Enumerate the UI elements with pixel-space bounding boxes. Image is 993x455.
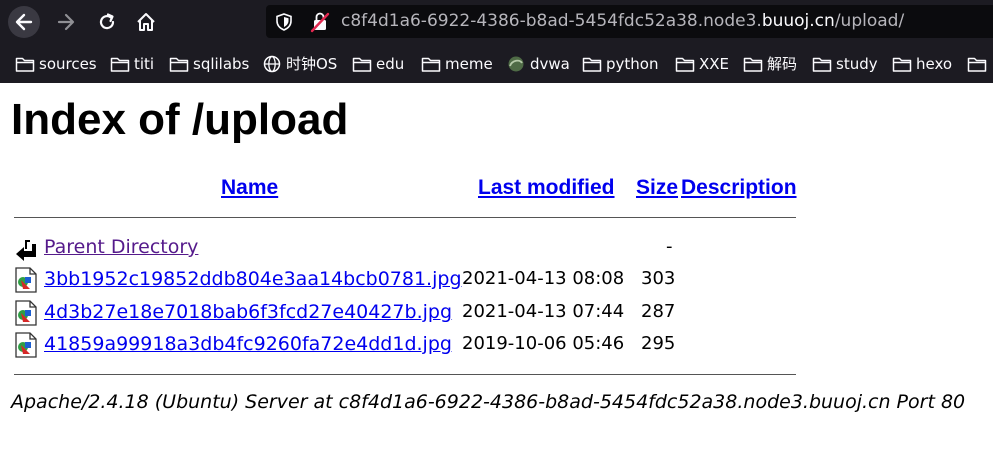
column-header-name[interactable]: Name	[221, 176, 278, 200]
bookmark-label: sources	[39, 55, 97, 73]
folder-icon	[892, 57, 912, 72]
bookmark-label: 解码	[767, 55, 798, 73]
file-link[interactable]: 3bb1952c19852ddb804e3aa14bcb0781.jpg	[44, 268, 462, 290]
bookmark-label: edu	[376, 55, 405, 73]
folder-icon	[812, 57, 832, 72]
page-title: Index of /upload	[11, 95, 349, 144]
reload-button[interactable]	[91, 6, 123, 38]
file-size: 303	[641, 268, 676, 289]
column-header-description[interactable]: Description	[681, 176, 797, 200]
back-button[interactable]	[8, 6, 40, 38]
file-modified: 2021-04-13 07:44	[462, 301, 625, 322]
url-domain: buuoj.cn	[761, 11, 835, 31]
arrow-left-icon	[15, 13, 33, 31]
bookmarks-toolbar: sources titi sqlilabs 时钟OS edu meme dvwa…	[0, 43, 993, 83]
insecure-connection-icon[interactable]	[310, 11, 330, 33]
folder-icon	[743, 57, 763, 72]
column-header-size[interactable]: Size	[636, 176, 678, 200]
folder-icon	[582, 57, 602, 72]
home-icon	[137, 13, 155, 31]
column-header-last-modified[interactable]: Last modified	[478, 176, 615, 200]
bookmark-label: sqlilabs	[193, 55, 250, 73]
folder-icon	[169, 57, 189, 72]
browser-toolbar: c8f4d1a6-6922-4386-b8ad-5454fdc52a38.nod…	[0, 0, 993, 43]
arrow-right-icon	[57, 13, 75, 31]
bookmark-label: dvwa	[530, 55, 570, 73]
bookmark-label: hexo	[916, 55, 953, 73]
file-size: 295	[641, 333, 676, 354]
folder-icon	[352, 57, 372, 72]
bookmark-label: 时钟OS	[286, 55, 338, 73]
bookmark-label: XXE	[699, 55, 730, 73]
page-content: Index of /upload Name Last modified Size…	[0, 83, 993, 455]
file-size: 287	[641, 301, 676, 322]
divider	[14, 217, 796, 218]
image-file-icon	[15, 332, 37, 358]
url-text[interactable]: c8f4d1a6-6922-4386-b8ad-5454fdc52a38.nod…	[341, 5, 904, 38]
url-path: /upload/	[834, 11, 905, 31]
bookmark-label: meme	[445, 55, 493, 73]
parent-directory-link[interactable]: Parent Directory	[44, 236, 198, 258]
image-file-icon	[15, 300, 37, 326]
file-modified: 2021-04-13 08:08	[462, 268, 625, 289]
globe-icon	[263, 55, 281, 73]
bookmark-label: python	[606, 55, 659, 73]
reload-icon	[99, 13, 115, 30]
back-arrow-icon	[16, 240, 36, 261]
file-link[interactable]: 4d3b27e18e7018bab6f3fcd27e40427b.jpg	[44, 301, 452, 323]
forward-button[interactable]	[50, 6, 82, 38]
folder-icon	[15, 57, 35, 72]
home-button[interactable]	[130, 6, 162, 38]
server-signature: Apache/2.4.18 (Ubuntu) Server at c8f4d1a…	[11, 391, 966, 413]
folder-icon	[110, 57, 130, 72]
folder-icon	[675, 57, 695, 72]
tracking-shield-icon[interactable]	[276, 13, 292, 31]
bookmark-label: titi	[134, 55, 155, 73]
parent-size: -	[666, 236, 673, 257]
folder-icon	[421, 57, 441, 72]
divider	[14, 374, 796, 375]
file-link[interactable]: 41859a99918a3db4fc9260fa72e4dd1d.jpg	[44, 333, 452, 355]
folder-icon	[967, 57, 987, 72]
file-modified: 2019-10-06 05:46	[462, 333, 625, 354]
site-favicon-icon	[508, 56, 524, 72]
image-file-icon	[15, 267, 37, 293]
url-prefix: c8f4d1a6-6922-4386-b8ad-5454fdc52a38.nod…	[341, 11, 762, 31]
url-bar[interactable]: c8f4d1a6-6922-4386-b8ad-5454fdc52a38.nod…	[266, 5, 993, 38]
bookmark-label: study	[836, 55, 878, 73]
